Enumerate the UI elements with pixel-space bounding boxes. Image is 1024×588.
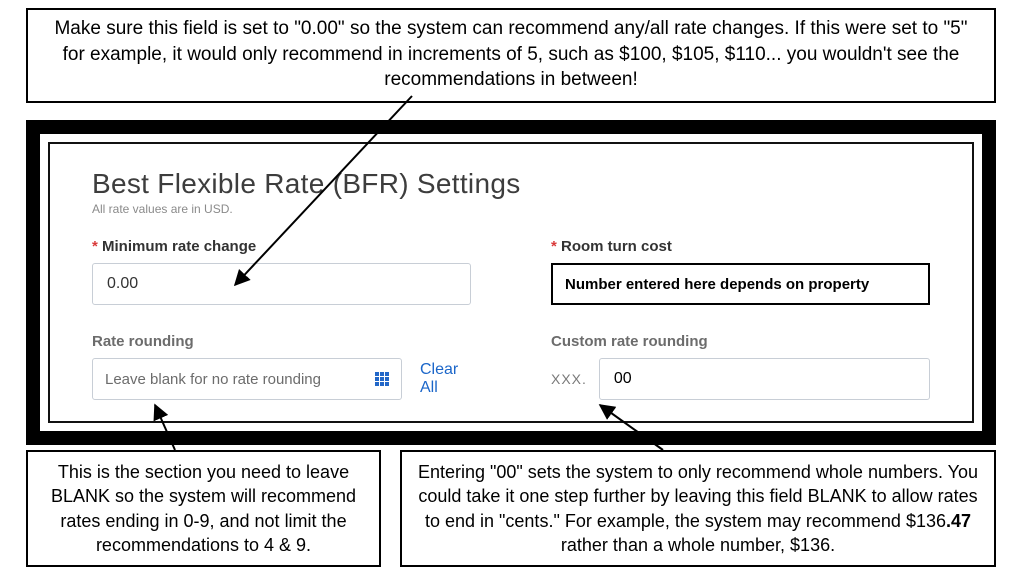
annotation-bottom-left: This is the section you need to leave BL… bbox=[26, 450, 381, 567]
label-min-rate-change: Minimum rate change bbox=[92, 238, 471, 255]
label-room-turn-cost: Room turn cost bbox=[551, 238, 930, 255]
page-title: Best Flexible Rate (BFR) Settings bbox=[92, 168, 930, 200]
label-custom-rate-rounding: Custom rate rounding bbox=[551, 333, 930, 350]
field-min-rate-change: Minimum rate change bbox=[92, 238, 471, 305]
settings-panel: Best Flexible Rate (BFR) Settings All ra… bbox=[62, 152, 960, 413]
room-turn-cost-note: Number entered here depends on property bbox=[551, 263, 930, 305]
window-frame: Best Flexible Rate (BFR) Settings All ra… bbox=[26, 120, 996, 445]
input-min-rate-change[interactable] bbox=[92, 263, 471, 305]
field-room-turn-cost: Room turn cost Number entered here depen… bbox=[551, 238, 930, 305]
page-subtitle: All rate values are in USD. bbox=[92, 202, 930, 216]
placeholder-rate-rounding: Leave blank for no rate rounding bbox=[105, 371, 321, 388]
label-rate-rounding: Rate rounding bbox=[92, 333, 471, 350]
annotation-br-bold: .47 bbox=[946, 511, 971, 531]
grid-icon[interactable] bbox=[375, 372, 389, 386]
input-custom-rate-rounding[interactable] bbox=[599, 358, 930, 400]
annotation-bottom-right: Entering "00" sets the system to only re… bbox=[400, 450, 996, 567]
input-rate-rounding[interactable]: Leave blank for no rate rounding bbox=[92, 358, 402, 400]
custom-rounding-prefix: XXX. bbox=[551, 371, 587, 387]
annotation-top: Make sure this field is set to "0.00" so… bbox=[26, 8, 996, 103]
clear-all-link[interactable]: Clear All bbox=[420, 361, 471, 397]
field-custom-rate-rounding: Custom rate rounding XXX. bbox=[551, 333, 930, 400]
annotation-br-pre: Entering "00" sets the system to only re… bbox=[418, 462, 978, 531]
annotation-br-post: rather than a whole number, $136. bbox=[561, 535, 835, 555]
field-rate-rounding: Rate rounding Leave blank for no rate ro… bbox=[92, 333, 471, 400]
